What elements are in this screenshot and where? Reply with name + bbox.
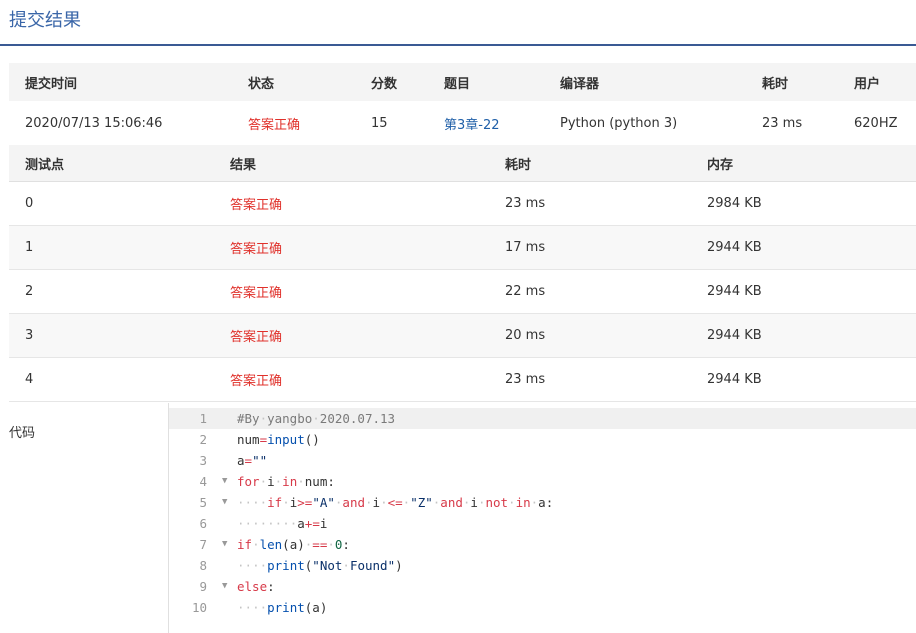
code-line: 6 ········a+=i — [169, 513, 916, 534]
code-text: else: — [237, 579, 275, 594]
test-point: 0 — [25, 196, 34, 211]
case-memory: 2944 KB — [707, 240, 762, 255]
run-time: 23 ms — [762, 115, 803, 131]
header-memory: 内存 — [707, 157, 734, 173]
case-result: 答案正确 — [230, 374, 283, 389]
code-line: 3 a="" — [169, 450, 916, 471]
line-number: 7 — [199, 537, 207, 552]
line-number: 9 — [199, 579, 207, 594]
header-problem: 题目 — [444, 76, 471, 92]
case-result: 答案正确 — [230, 242, 283, 257]
code-text: num=input() — [237, 432, 320, 447]
test-point: 4 — [25, 372, 34, 387]
code-editor[interactable]: 1 #By·yangbo·2020.07.13 2 num=input() 3 a="" 4… — [169, 403, 916, 633]
code-section: 代码 1 #By·yangbo·2020.07.13 2 num=input() 3 a=… — [0, 403, 916, 633]
page-header: 提交结果 — [0, 0, 916, 46]
code-line: 4 ▼ for·i·in·num: — [169, 471, 916, 492]
problem-link[interactable]: 第3章-22 — [428, 114, 544, 133]
submit-time: 2020/07/13 15:06:46 — [25, 115, 163, 131]
table-row: 4 答案正确 23 ms 2944 KB — [9, 358, 916, 402]
case-memory: 2944 KB — [707, 284, 762, 299]
code-text: ········a+=i — [237, 516, 328, 531]
test-point: 2 — [25, 284, 34, 299]
code-text: for·i·in·num: — [237, 474, 335, 489]
case-memory: 2944 KB — [707, 372, 762, 387]
case-result: 答案正确 — [230, 330, 283, 345]
case-time: 23 ms — [505, 196, 546, 211]
line-number: 6 — [199, 516, 207, 531]
summary-header-row: 提交时间 状态 分数 题目 编译器 耗时 用户 — [9, 63, 916, 101]
code-line: 8 ····print("Not·Found") — [169, 555, 916, 576]
table-row: 0 答案正确 23 ms 2984 KB — [9, 182, 916, 226]
table-row: 3 答案正确 20 ms 2944 KB — [9, 314, 916, 358]
case-time: 17 ms — [505, 240, 546, 255]
test-cases-table: 测试点 结果 耗时 内存 0 答案正确 23 ms 2984 KB 1 答案正确… — [9, 145, 916, 402]
user: 620HZ — [854, 115, 898, 131]
case-memory: 2984 KB — [707, 196, 762, 211]
submission-summary-table: 提交时间 状态 分数 题目 编译器 耗时 用户 2020/07/13 15:06… — [9, 63, 916, 146]
status-accepted: 答案正确 — [248, 117, 301, 133]
fold-arrow-icon[interactable]: ▼ — [222, 492, 230, 513]
case-result: 答案正确 — [230, 198, 283, 213]
test-point: 3 — [25, 328, 34, 343]
page-title: 提交结果 — [9, 10, 81, 31]
code-line: 5 ▼ ····if·i>="A"·and·i·<=·"Z"·and·i·not·i… — [169, 492, 916, 513]
fold-arrow-icon[interactable]: ▼ — [222, 534, 230, 555]
code-line: 1 #By·yangbo·2020.07.13 — [169, 408, 916, 429]
line-number: 10 — [191, 600, 207, 615]
test-point: 1 — [25, 240, 34, 255]
line-number: 3 — [199, 453, 207, 468]
code-line: 7 ▼ if·len(a)·==·0: — [169, 534, 916, 555]
table-row: 1 答案正确 17 ms 2944 KB — [9, 226, 916, 270]
case-memory: 2944 KB — [707, 328, 762, 343]
line-number: 2 — [199, 432, 207, 447]
summary-row: 2020/07/13 15:06:46 答案正确 15 第3章-22 Pytho… — [9, 101, 916, 146]
code-text: if·len(a)·==·0: — [237, 537, 350, 552]
code-text: a="" — [237, 453, 268, 468]
code-line: 10 ····print(a) — [169, 597, 916, 618]
code-text: ····print(a) — [237, 600, 328, 615]
header-user: 用户 — [854, 76, 881, 92]
line-number: 5 — [199, 495, 207, 510]
header-test-point: 测试点 — [25, 157, 65, 173]
code-line: 2 num=input() — [169, 429, 916, 450]
fold-arrow-icon[interactable]: ▼ — [222, 471, 230, 492]
table-row: 2 答案正确 22 ms 2944 KB — [9, 270, 916, 314]
header-case-time: 耗时 — [505, 157, 532, 173]
header-status: 状态 — [248, 76, 275, 92]
line-number: 4 — [199, 474, 207, 489]
code-text: #By·yangbo·2020.07.13 — [237, 411, 396, 426]
cases-header-row: 测试点 结果 耗时 内存 — [9, 145, 916, 182]
code-text: ····if·i>="A"·and·i·<=·"Z"·and·i·not·in·… — [237, 495, 554, 510]
score: 15 — [371, 115, 388, 131]
header-compiler: 编译器 — [560, 76, 600, 92]
case-time: 23 ms — [505, 372, 546, 387]
line-number: 1 — [199, 411, 207, 426]
case-time: 20 ms — [505, 328, 546, 343]
code-label: 代码 — [9, 426, 36, 441]
header-time: 耗时 — [762, 76, 789, 92]
case-result: 答案正确 — [230, 286, 283, 301]
compiler: Python (python 3) — [560, 115, 678, 131]
case-time: 22 ms — [505, 284, 546, 299]
fold-arrow-icon[interactable]: ▼ — [222, 576, 230, 597]
header-result: 结果 — [230, 157, 257, 173]
header-submit-time: 提交时间 — [25, 76, 78, 92]
line-number: 8 — [199, 558, 207, 573]
header-score: 分数 — [371, 76, 398, 92]
code-text: ····print("Not·Found") — [237, 558, 403, 573]
code-line: 9 ▼ else: — [169, 576, 916, 597]
